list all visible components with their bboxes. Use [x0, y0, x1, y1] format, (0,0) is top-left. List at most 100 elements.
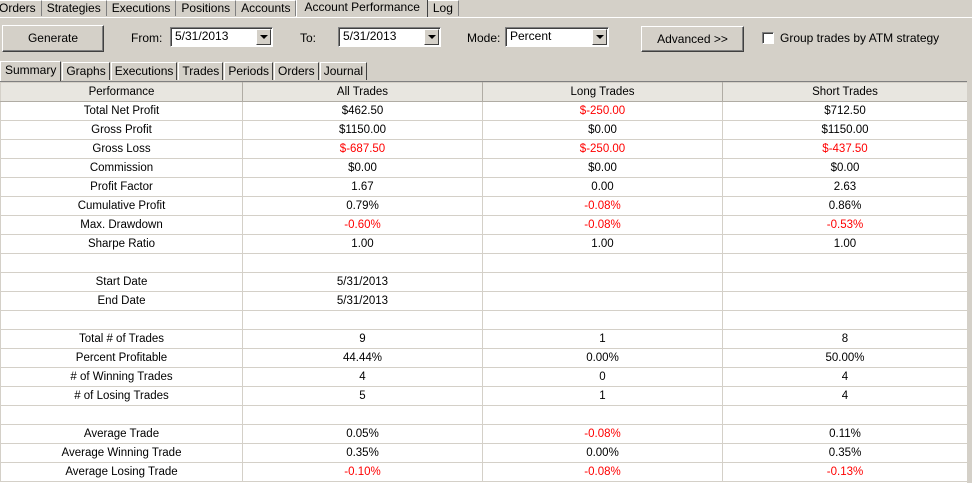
from-date-picker[interactable]: 5/31/2013 [170, 27, 273, 47]
tab-summary[interactable]: Summary [0, 61, 62, 81]
row-label: Gross Profit [0, 120, 243, 140]
tab-executions[interactable]: Executions [106, 0, 177, 16]
table-row[interactable]: End Date 5/31/2013 [0, 291, 968, 311]
column-header-long-trades[interactable]: Long Trades [482, 82, 723, 102]
tab-trades[interactable]: Trades [178, 62, 224, 80]
row-label: Percent Profitable [0, 348, 243, 368]
tab-graphs[interactable]: Graphs [62, 62, 110, 80]
report-controls: Generate From: 5/31/2013 To: 5/31/2013 M… [0, 18, 972, 58]
cell-long-trades [482, 291, 723, 311]
cell-short-trades: 0.11% [722, 424, 968, 444]
main-tab-strip: Orders Strategies Executions Positions Accou… [0, 0, 972, 18]
cell-short-trades: 4 [722, 367, 968, 387]
cell-short-trades [722, 253, 968, 273]
cell-short-trades: 2.63 [722, 177, 968, 197]
tab-executions[interactable]: Executions [110, 62, 178, 80]
table-row[interactable]: # of Winning Trades 4 0 4 [0, 367, 968, 387]
tab-log[interactable]: Log [427, 0, 459, 16]
cell-short-trades: 0.35% [722, 443, 968, 463]
chevron-down-icon[interactable] [592, 29, 607, 45]
table-row[interactable]: Average Winning Trade 0.35% 0.00% 0.35% [0, 443, 968, 463]
table-row[interactable]: Total # of Trades 9 1 8 [0, 329, 968, 349]
cell-long-trades: 0.00% [482, 443, 723, 463]
table-row[interactable] [0, 310, 968, 330]
tab-journal[interactable]: Journal [319, 62, 368, 80]
cell-all-trades: 0.35% [242, 443, 483, 463]
row-label: # of Losing Trades [0, 386, 243, 406]
table-row[interactable]: Commission $0.00 $0.00 $0.00 [0, 158, 968, 178]
cell-long-trades: 1 [482, 329, 723, 349]
cell-all-trades: 5/31/2013 [242, 291, 483, 311]
tab-accounts[interactable]: Accounts [236, 0, 297, 16]
cell-long-trades [482, 310, 723, 330]
chevron-down-icon[interactable] [256, 29, 271, 45]
performance-table: Performance All Trades Long Trades Short… [0, 82, 968, 482]
vertical-scrollbar[interactable] [967, 81, 972, 483]
cell-long-trades: 0.00 [482, 177, 723, 197]
table-row[interactable] [0, 405, 968, 425]
row-label [0, 253, 243, 273]
cell-all-trades: $0.00 [242, 158, 483, 178]
cell-all-trades [242, 310, 483, 330]
tab-strategies[interactable]: Strategies [41, 0, 107, 16]
row-label: Start Date [0, 272, 243, 292]
column-header-all-trades[interactable]: All Trades [242, 82, 483, 102]
cell-short-trades: $-437.50 [722, 139, 968, 159]
table-row[interactable]: Start Date 5/31/2013 [0, 272, 968, 292]
group-trades-checkbox[interactable] [762, 32, 774, 44]
row-label: Total # of Trades [0, 329, 243, 349]
table-row[interactable] [0, 253, 968, 273]
table-row[interactable]: Profit Factor 1.67 0.00 2.63 [0, 177, 968, 197]
row-label: Profit Factor [0, 177, 243, 197]
row-label: Average Losing Trade [0, 462, 243, 482]
advanced-button[interactable]: Advanced >> [641, 26, 744, 52]
cell-long-trades [482, 405, 723, 425]
table-row[interactable]: # of Losing Trades 5 1 4 [0, 386, 968, 406]
report-tab-strip: Summary Graphs Executions Trades Periods Orde… [0, 60, 972, 81]
table-row[interactable]: Average Trade 0.05% -0.08% 0.11% [0, 424, 968, 444]
row-label: Total Net Profit [0, 101, 243, 121]
row-label: Commission [0, 158, 243, 178]
cell-short-trades: $712.50 [722, 101, 968, 121]
cell-all-trades: 44.44% [242, 348, 483, 368]
row-label [0, 310, 243, 330]
tab-orders[interactable]: Orders [274, 62, 319, 80]
performance-grid[interactable]: Performance All Trades Long Trades Short… [0, 81, 972, 484]
to-date-picker[interactable]: 5/31/2013 [338, 27, 441, 47]
cell-long-trades: -0.08% [482, 196, 723, 216]
cell-long-trades: 0 [482, 367, 723, 387]
table-row[interactable]: Max. Drawdown -0.60% -0.08% -0.53% [0, 215, 968, 235]
group-trades-label[interactable]: Group trades by ATM strategy [780, 31, 939, 45]
cell-short-trades: $0.00 [722, 158, 968, 178]
tab-account-performance[interactable]: Account Performance [296, 0, 428, 17]
cell-all-trades: 4 [242, 367, 483, 387]
table-row[interactable]: Gross Loss $-687.50 $-250.00 $-437.50 [0, 139, 968, 159]
tab-orders[interactable]: Orders [0, 0, 42, 16]
table-row[interactable]: Total Net Profit $462.50 $-250.00 $712.50 [0, 101, 968, 121]
cell-all-trades: 5 [242, 386, 483, 406]
cell-short-trades: 8 [722, 329, 968, 349]
column-header-performance[interactable]: Performance [0, 82, 243, 102]
cell-long-trades [482, 272, 723, 292]
cell-long-trades: $0.00 [482, 120, 723, 140]
table-row[interactable]: Average Losing Trade -0.10% -0.08% -0.13% [0, 462, 968, 482]
chevron-down-icon[interactable] [424, 29, 439, 45]
cell-long-trades: 1 [482, 386, 723, 406]
table-row[interactable]: Percent Profitable 44.44% 0.00% 50.00% [0, 348, 968, 368]
cell-long-trades: $-250.00 [482, 101, 723, 121]
table-row[interactable]: Gross Profit $1150.00 $0.00 $1150.00 [0, 120, 968, 140]
generate-button[interactable]: Generate [2, 25, 104, 52]
column-header-short-trades[interactable]: Short Trades [722, 82, 968, 102]
table-row[interactable]: Cumulative Profit 0.79% -0.08% 0.86% [0, 196, 968, 216]
tab-periods[interactable]: Periods [224, 62, 273, 80]
mode-value: Percent [510, 29, 552, 43]
tab-positions[interactable]: Positions [176, 0, 237, 16]
cell-short-trades [722, 310, 968, 330]
cell-all-trades: 0.05% [242, 424, 483, 444]
mode-label: Mode: [467, 31, 501, 45]
from-label: From: [131, 31, 163, 45]
table-row[interactable]: Sharpe Ratio 1.00 1.00 1.00 [0, 234, 968, 254]
mode-select[interactable]: Percent [505, 27, 609, 47]
row-label: Gross Loss [0, 139, 243, 159]
cell-short-trades: -0.13% [722, 462, 968, 482]
